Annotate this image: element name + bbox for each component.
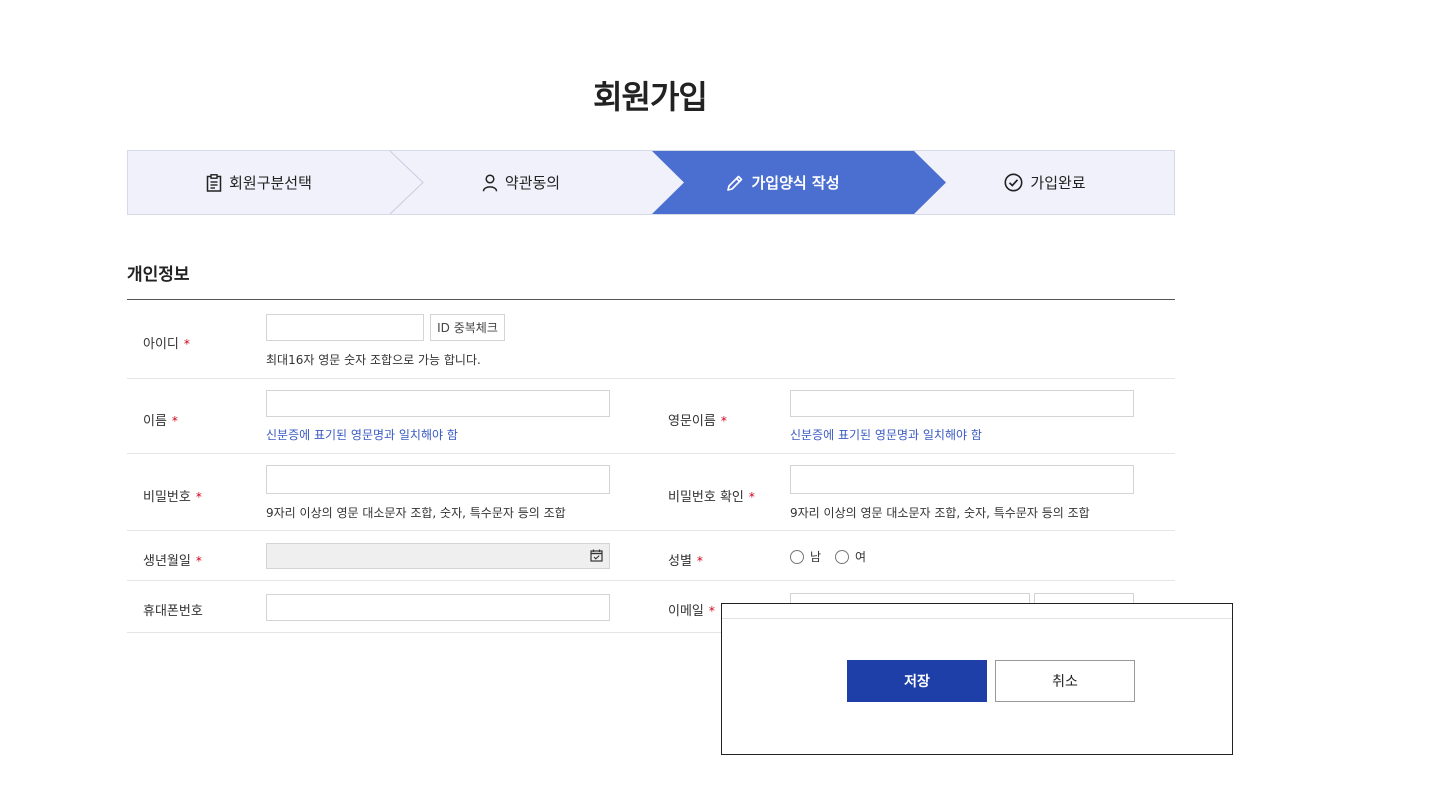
calendar-icon[interactable] [590, 549, 603, 562]
birthdate-label: 생년월일 * [143, 554, 202, 569]
password-label: 비밀번호 * [143, 490, 202, 505]
check-circle-icon [1004, 173, 1023, 192]
english-name-input[interactable] [790, 390, 1134, 417]
dialog-divider [722, 618, 1232, 619]
password-confirm-label: 비밀번호 확인 * [668, 490, 755, 505]
step-label: 가입양식 작성 [751, 174, 840, 192]
step-complete: 가입완료 [914, 151, 1176, 214]
row-divider [127, 453, 1175, 454]
password-confirm-hint: 9자리 이상의 영문 대소문자 조합, 숫자, 특수문자 등의 조합 [790, 506, 1090, 520]
password-hint: 9자리 이상의 영문 대소문자 조합, 숫자, 특수문자 등의 조합 [266, 506, 566, 520]
step-label: 가입완료 [1030, 174, 1086, 192]
password-input[interactable] [266, 465, 610, 494]
gender-label: 성별 * [668, 554, 703, 569]
name-label: 이름 * [143, 414, 178, 429]
required-mark: * [171, 414, 178, 428]
id-duplicate-check-button[interactable]: ID 중복체크 [430, 314, 505, 341]
page-title: 회원가입 [593, 78, 708, 116]
row-divider [127, 580, 1175, 581]
required-mark: * [748, 490, 755, 504]
required-mark: * [183, 337, 190, 351]
section-divider [127, 299, 1175, 300]
name-input[interactable] [266, 390, 610, 417]
action-dialog: 저장 취소 [721, 603, 1233, 755]
required-mark: * [720, 414, 727, 428]
section-title: 개인정보 [127, 265, 190, 285]
step-member-type: 회원구분선택 [128, 151, 390, 214]
step-form: 가입양식 작성 [652, 151, 914, 214]
required-mark: * [708, 604, 715, 618]
signup-steps: 회원구분선택 약관동의 가입양식 작성 가입완료 [127, 150, 1175, 215]
save-button[interactable]: 저장 [847, 660, 987, 702]
user-id-hint: 최대16자 영문 숫자 조합으로 가능 합니다. [266, 353, 481, 367]
gender-female-label: 여 [855, 550, 867, 564]
cancel-button[interactable]: 취소 [995, 660, 1135, 702]
person-icon [482, 173, 498, 191]
row-divider [127, 530, 1175, 531]
required-mark: * [195, 554, 202, 568]
user-id-input[interactable] [266, 314, 424, 341]
row-divider [127, 378, 1175, 379]
step-terms: 약관동의 [390, 151, 652, 214]
phone-input[interactable] [266, 594, 610, 621]
birthdate-input[interactable] [266, 543, 610, 569]
english-name-label: 영문이름 * [668, 414, 727, 429]
name-hint: 신분증에 표기된 영문명과 일치해야 함 [266, 428, 458, 442]
phone-label: 휴대폰번호 [143, 604, 203, 619]
clipboard-icon [206, 173, 222, 192]
password-confirm-input[interactable] [790, 465, 1134, 494]
gender-radio-group: 남 여 [790, 548, 880, 565]
gender-male-label: 남 [810, 550, 822, 564]
step-label: 약관동의 [504, 174, 561, 192]
user-id-label: 아이디 * [143, 337, 190, 352]
pencil-icon [727, 175, 743, 191]
required-mark: * [195, 490, 202, 504]
gender-male-radio[interactable] [790, 549, 804, 564]
gender-female-radio[interactable] [835, 549, 850, 564]
required-mark: * [696, 554, 703, 568]
english-name-hint: 신분증에 표기된 영문명과 일치해야 함 [790, 428, 982, 442]
email-label: 이메일 * [668, 604, 715, 619]
step-label: 회원구분선택 [229, 174, 312, 192]
